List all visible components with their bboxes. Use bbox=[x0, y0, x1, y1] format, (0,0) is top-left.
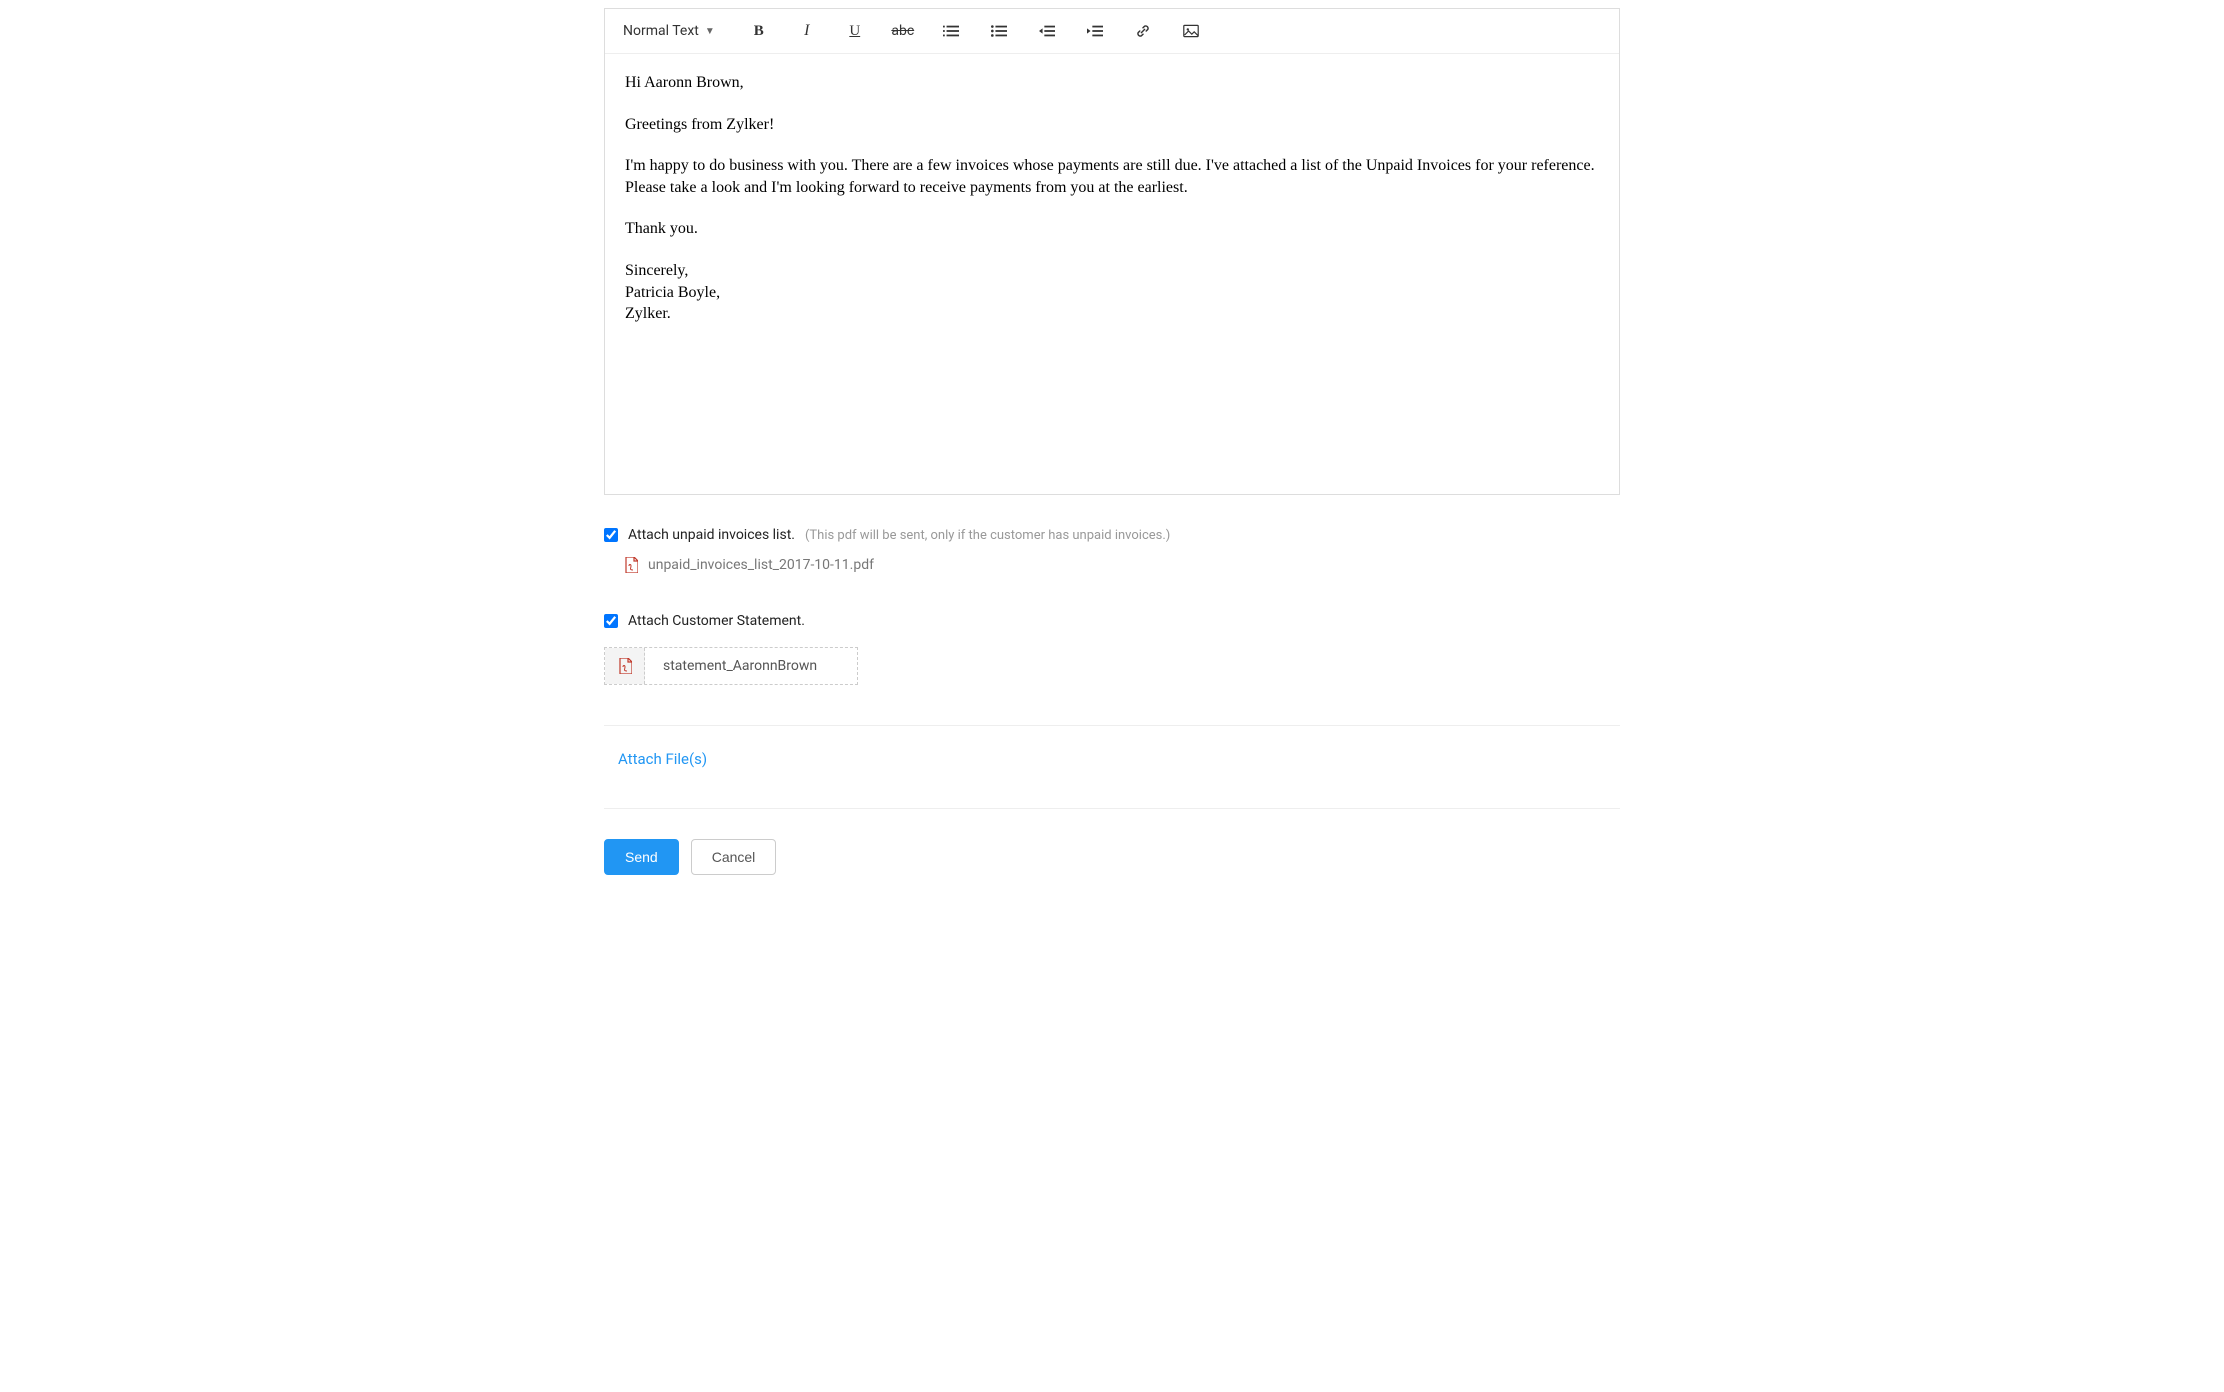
email-body: I'm happy to do business with you. There… bbox=[625, 155, 1599, 198]
format-dropdown[interactable]: Normal Text ▼ bbox=[623, 23, 735, 39]
underline-icon: U bbox=[849, 23, 860, 40]
editor-toolbar: Normal Text ▼ B I U abc bbox=[605, 9, 1619, 54]
email-signoff: Sincerely, bbox=[625, 260, 1599, 282]
attach-unpaid-checkbox[interactable] bbox=[604, 528, 618, 542]
ordered-list-icon bbox=[943, 23, 959, 39]
indent-icon bbox=[1087, 23, 1103, 39]
pdf-icon bbox=[618, 658, 632, 674]
bold-icon: B bbox=[754, 23, 764, 40]
statement-icon-box bbox=[605, 648, 645, 684]
unordered-list-icon bbox=[991, 23, 1007, 39]
strikethrough-button[interactable]: abc bbox=[885, 17, 921, 45]
italic-icon: I bbox=[804, 22, 809, 40]
divider bbox=[604, 808, 1620, 809]
attach-unpaid-label: Attach unpaid invoices list. bbox=[628, 527, 795, 543]
unpaid-filename: unpaid_invoices_list_2017-10-11.pdf bbox=[648, 557, 874, 573]
email-body-editor[interactable]: Hi Aaronn Brown, Greetings from Zylker! … bbox=[605, 54, 1619, 494]
unordered-list-button[interactable] bbox=[981, 17, 1017, 45]
image-icon bbox=[1183, 23, 1199, 39]
attach-unpaid-invoices-row: Attach unpaid invoices list. (This pdf w… bbox=[604, 527, 1620, 543]
statement-attachment-box[interactable]: statement_AaronnBrown bbox=[604, 647, 858, 685]
unpaid-file-row: unpaid_invoices_list_2017-10-11.pdf bbox=[624, 557, 1620, 573]
link-icon bbox=[1135, 23, 1151, 39]
format-label: Normal Text bbox=[623, 23, 699, 39]
outdent-button[interactable] bbox=[1029, 17, 1065, 45]
italic-button[interactable]: I bbox=[789, 17, 825, 45]
attach-statement-checkbox[interactable] bbox=[604, 614, 618, 628]
cancel-button[interactable]: Cancel bbox=[691, 839, 777, 875]
bold-button[interactable]: B bbox=[741, 17, 777, 45]
action-buttons: Send Cancel bbox=[604, 839, 1620, 875]
email-intro: Greetings from Zylker! bbox=[625, 114, 1599, 136]
link-button[interactable] bbox=[1125, 17, 1161, 45]
pdf-icon bbox=[624, 557, 638, 573]
underline-button[interactable]: U bbox=[837, 17, 873, 45]
attach-statement-label: Attach Customer Statement. bbox=[628, 613, 805, 629]
attach-files-link[interactable]: Attach File(s) bbox=[618, 750, 1620, 768]
attach-statement-row: Attach Customer Statement. bbox=[604, 613, 1620, 629]
caret-down-icon: ▼ bbox=[705, 26, 715, 37]
email-greeting: Hi Aaronn Brown, bbox=[625, 72, 1599, 94]
email-sender-company: Zylker. bbox=[625, 303, 1599, 325]
statement-filename: statement_AaronnBrown bbox=[645, 648, 857, 684]
rich-text-editor: Normal Text ▼ B I U abc bbox=[604, 8, 1620, 495]
outdent-icon bbox=[1039, 23, 1055, 39]
indent-button[interactable] bbox=[1077, 17, 1113, 45]
image-button[interactable] bbox=[1173, 17, 1209, 45]
ordered-list-button[interactable] bbox=[933, 17, 969, 45]
attach-unpaid-hint: (This pdf will be sent, only if the cust… bbox=[805, 528, 1170, 543]
divider bbox=[604, 725, 1620, 726]
strikethrough-icon: abc bbox=[891, 23, 914, 39]
email-thanks: Thank you. bbox=[625, 218, 1599, 240]
send-button[interactable]: Send bbox=[604, 839, 679, 875]
email-sender-name: Patricia Boyle, bbox=[625, 282, 1599, 304]
